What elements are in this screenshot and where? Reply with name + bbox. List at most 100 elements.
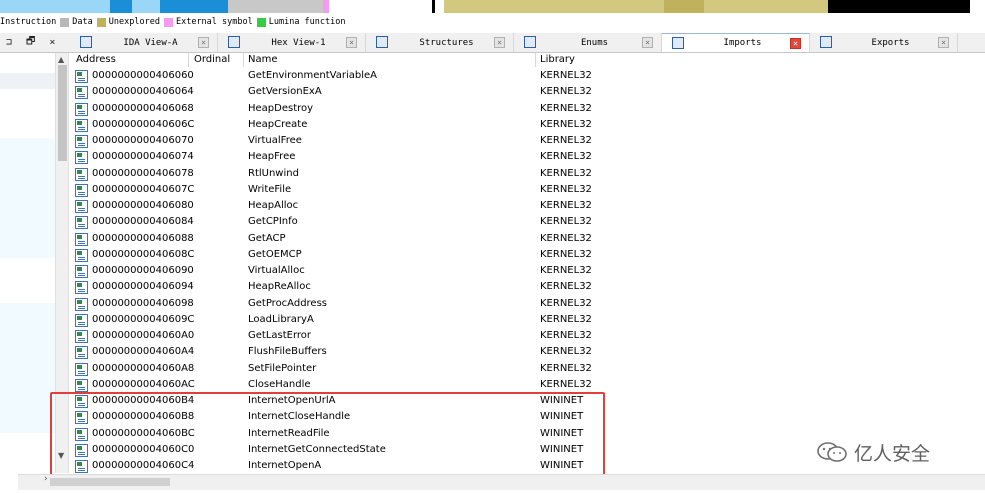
table-row[interactable]: 0000000000406070 VirtualFree KERNEL32: [70, 133, 985, 149]
tab-close-icon[interactable]: ×: [938, 37, 949, 48]
cell-name: HeapDestroy: [248, 102, 314, 114]
table-row[interactable]: 00000000004060A8 SetFilePointer KERNEL32: [70, 361, 985, 377]
scroll-left-icon[interactable]: ›: [44, 474, 48, 484]
legend-item-instruction: Instruction: [0, 17, 56, 27]
cell-library: KERNEL32: [540, 216, 592, 228]
structures-icon: [376, 36, 388, 48]
table-row[interactable]: 0000000000406060 GetEnvironmentVariableA K…: [70, 68, 985, 84]
table-row[interactable]: 000000000040607C WriteFile KERNEL32: [70, 182, 985, 198]
column-divider[interactable]: [243, 53, 244, 67]
column-header-library[interactable]: Library: [540, 54, 575, 65]
cell-address: 0000000000406094: [92, 281, 194, 293]
table-row[interactable]: 000000000040609C LoadLibraryA KERNEL32: [70, 312, 985, 328]
cell-library: KERNEL32: [540, 167, 592, 179]
tab-close-icon[interactable]: ×: [790, 38, 801, 49]
dock-icon[interactable]: ⊐: [6, 37, 12, 48]
functions-pane[interactable]: [0, 53, 55, 473]
scroll-up-icon[interactable]: ▲: [58, 55, 64, 64]
table-row[interactable]: 000000000040606C HeapCreate KERNEL32: [70, 117, 985, 133]
import-entry-icon: [75, 167, 88, 181]
cell-library: KERNEL32: [540, 362, 592, 374]
cell-address: 000000000040608C: [92, 248, 195, 260]
function-row[interactable]: [0, 138, 55, 258]
tab-ida-view-a[interactable]: IDA View-A ×: [70, 33, 218, 52]
scrollbar-thumb[interactable]: [58, 65, 67, 161]
cell-address: 00000000004060A0: [92, 330, 195, 341]
tab-exports[interactable]: Exports ×: [810, 33, 958, 52]
table-row[interactable]: 0000000000406090 VirtualAlloc KERNEL32: [70, 263, 985, 279]
nav-segment-data: [228, 0, 323, 13]
table-row[interactable]: 0000000000406068 HeapDestroy KERNEL32: [70, 101, 985, 117]
legend-swatch-data: [60, 17, 70, 27]
legend-swatch-lumina: [256, 17, 266, 27]
nav-segment-unexplored: [444, 0, 664, 13]
table-row[interactable]: 0000000000406074 HeapFree KERNEL32: [70, 149, 985, 165]
table-row[interactable]: 00000000004060A4 FlushFileBuffers KERNEL32: [70, 344, 985, 360]
import-entry-icon: [75, 118, 88, 132]
cell-address: 0000000000406074: [92, 151, 194, 163]
tab-hex-view-1[interactable]: Hex View-1 ×: [218, 33, 366, 52]
tab-imports[interactable]: Imports ×: [662, 33, 810, 52]
tab-structures[interactable]: Structures ×: [366, 33, 514, 52]
legend-label: Instruction: [0, 17, 57, 27]
ida-view-icon: [80, 36, 92, 48]
cell-address: 0000000000406080: [92, 200, 194, 211]
float-icon[interactable]: 🗗: [26, 34, 35, 51]
cell-address: 0000000000406064: [92, 86, 194, 98]
cell-library: KERNEL32: [540, 118, 592, 130]
legend-item-external: External symbol: [163, 17, 253, 27]
table-row[interactable]: 0000000000406078 RtlUnwind KERNEL32: [70, 166, 985, 182]
table-row[interactable]: 00000000004060AC CloseHandle KERNEL32: [70, 377, 985, 393]
table-row[interactable]: 0000000000406088 GetACP KERNEL32: [70, 231, 985, 247]
column-divider[interactable]: [535, 53, 536, 67]
cell-name: VirtualAlloc: [248, 265, 305, 276]
cell-name: GetCPInfo: [248, 216, 298, 228]
table-row[interactable]: 0000000000406094 HeapReAlloc KERNEL32: [70, 279, 985, 295]
nav-segment-unexplored: [664, 0, 704, 13]
import-entry-icon: [75, 183, 88, 197]
function-row[interactable]: [0, 303, 55, 433]
cell-name: FlushFileBuffers: [248, 346, 327, 358]
table-row[interactable]: 000000000040608C GetOEMCP KERNEL32: [70, 247, 985, 263]
table-row[interactable]: 0000000000406084 GetCPInfo KERNEL32: [70, 214, 985, 230]
nav-segment-unexplored: [704, 0, 828, 13]
cell-library: KERNEL32: [540, 248, 592, 260]
tab-close-icon[interactable]: ×: [494, 37, 505, 48]
function-row[interactable]: [0, 73, 55, 89]
legend-swatch-unexplored: [96, 17, 106, 27]
cell-name: HeapAlloc: [248, 200, 299, 211]
tab-close-icon[interactable]: ×: [346, 37, 357, 48]
tab-close-icon[interactable]: ×: [642, 37, 653, 48]
scrollbar-thumb[interactable]: [50, 478, 170, 486]
cell-name: HeapReAlloc: [248, 281, 311, 293]
tab-close-icon[interactable]: ×: [198, 37, 209, 48]
table-row[interactable]: 0000000000406098 GetProcAddress KERNEL32: [70, 296, 985, 312]
table-row[interactable]: 0000000000406080 HeapAlloc KERNEL32: [70, 198, 985, 214]
cell-name: VirtualFree: [248, 135, 302, 146]
cell-name: SetFilePointer: [248, 362, 317, 374]
legend-label: External symbol: [175, 17, 253, 27]
table-row[interactable]: 00000000004060A0 GetLastError KERNEL32: [70, 328, 985, 344]
column-header-ordinal[interactable]: Ordinal: [194, 54, 230, 65]
column-divider[interactable]: [188, 53, 189, 67]
legend-item-data: Data: [60, 17, 93, 27]
nav-segment-code: [18, 0, 110, 13]
column-header-address[interactable]: Address: [76, 54, 116, 65]
cell-name: LoadLibraryA: [248, 313, 314, 325]
cell-name: GetEnvironmentVariableA: [248, 70, 378, 81]
close-icon[interactable]: ×: [49, 37, 55, 48]
import-entry-icon: [75, 346, 88, 360]
table-row[interactable]: 0000000000406064 GetVersionExA KERNEL32: [70, 84, 985, 100]
navigation-band[interactable]: [0, 0, 985, 13]
tab-enums[interactable]: Enums ×: [514, 33, 662, 52]
cell-address: 00000000004060A8: [92, 362, 195, 374]
cell-address: 000000000040606C: [92, 118, 195, 130]
nav-segment-code: [132, 0, 160, 13]
import-entry-icon: [75, 216, 88, 230]
nav-segment-external: [432, 0, 435, 13]
column-header-name[interactable]: Name: [248, 54, 278, 65]
tab-label: Hex View-1: [271, 37, 326, 48]
watermark: 亿人安全: [816, 440, 930, 465]
horizontal-scrollbar[interactable]: ›: [18, 474, 985, 490]
tab-label: Enums: [580, 37, 609, 48]
